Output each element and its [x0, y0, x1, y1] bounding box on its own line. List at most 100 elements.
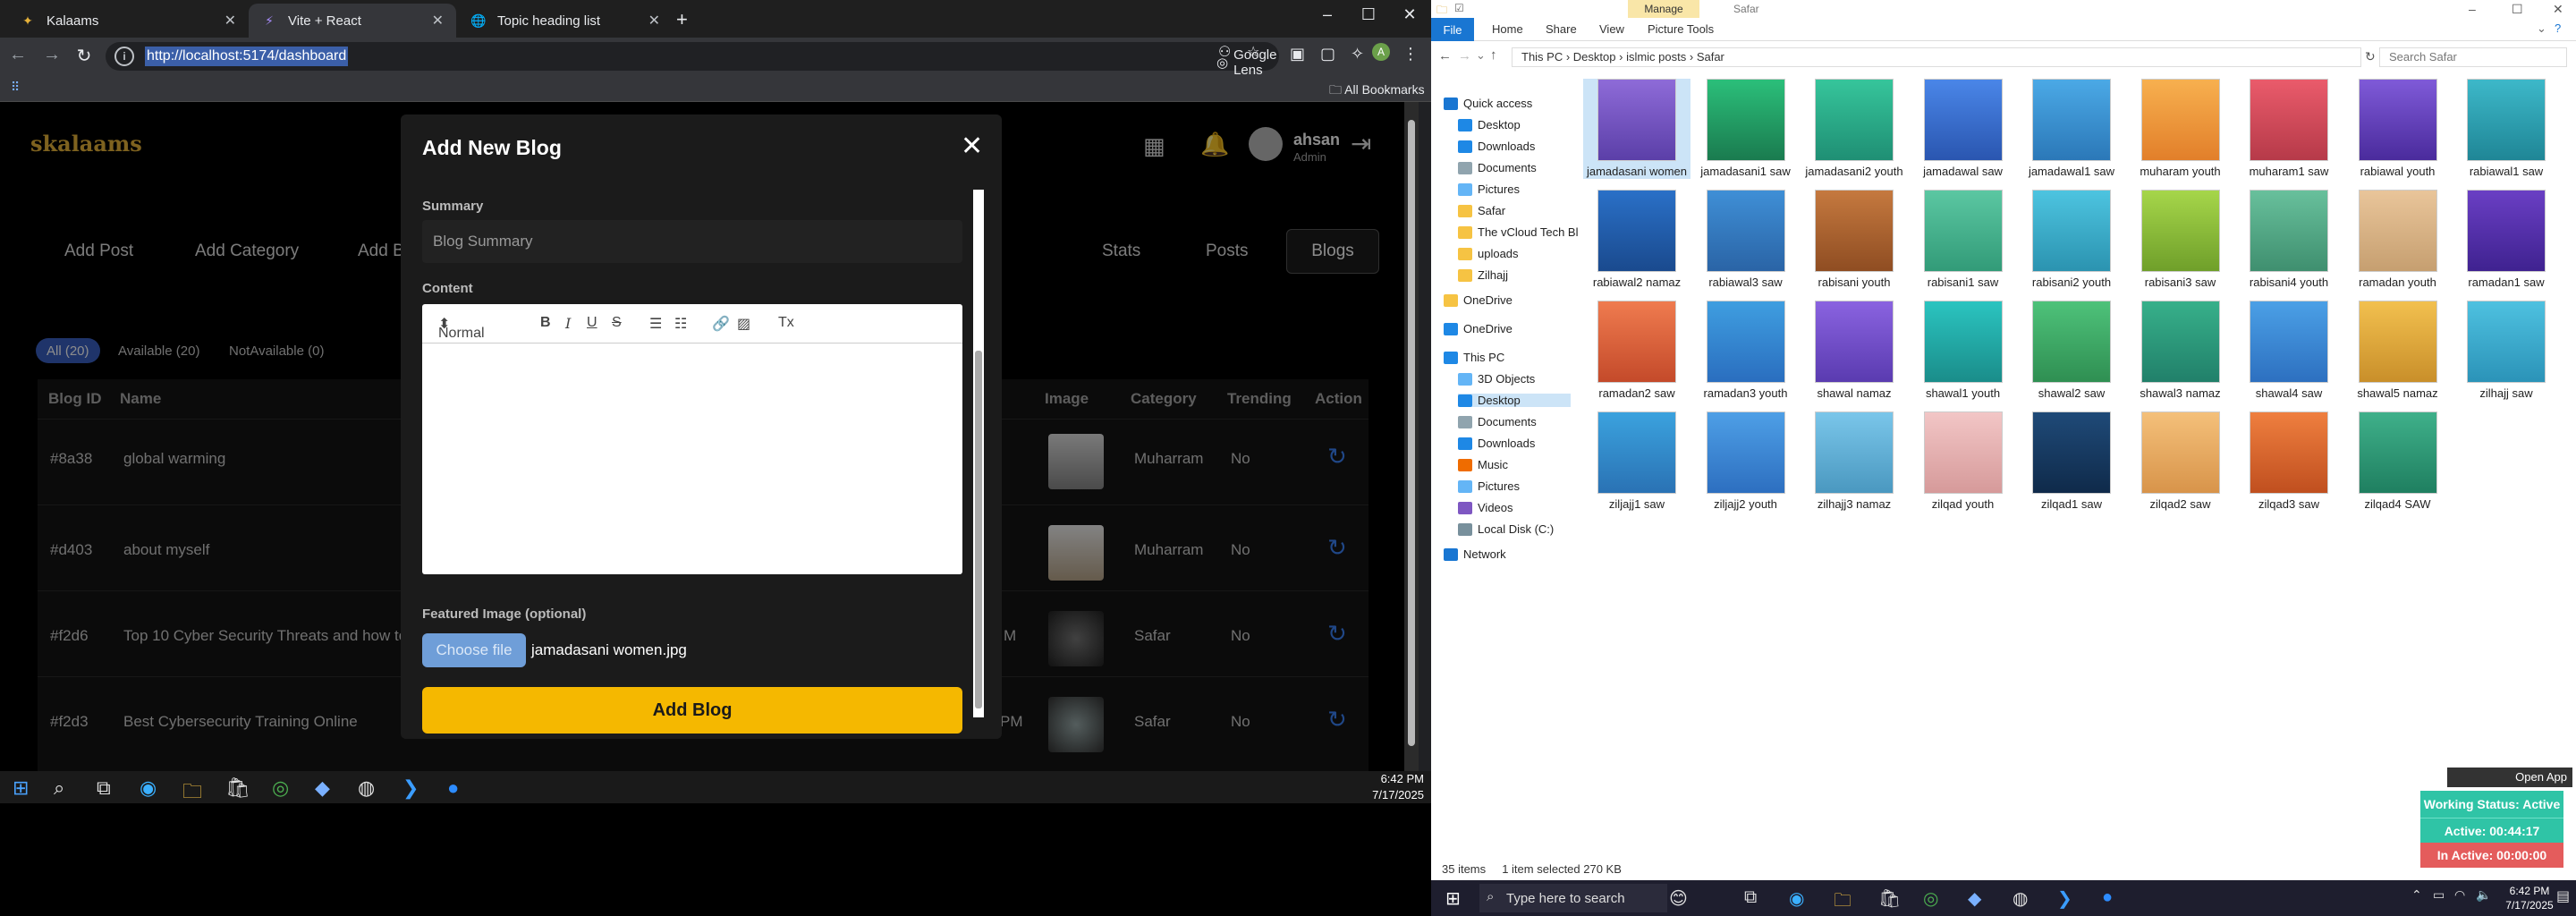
file-item[interactable]: shawal1 youth — [1910, 301, 2017, 401]
file-explorer-icon[interactable]: 🗀 — [182, 776, 202, 810]
nav-item[interactable]: Safar — [1458, 204, 1505, 217]
modal-scrollbar[interactable] — [973, 190, 984, 717]
nav-item[interactable]: Quick access — [1444, 97, 1532, 110]
file-item[interactable]: ramadan2 saw — [1583, 301, 1690, 401]
puzzle-icon[interactable]: ✧ — [1351, 45, 1364, 64]
wifi-icon[interactable]: ◠ — [2454, 887, 2465, 903]
store-icon[interactable]: 🛍 — [225, 776, 250, 800]
taskbar-search[interactable]: ⌕ Type here to search — [1479, 884, 1667, 912]
open-app-button[interactable]: Open App — [2447, 768, 2572, 787]
close-icon[interactable]: ✕ — [961, 131, 983, 162]
back-icon[interactable]: ← — [1438, 48, 1452, 64]
nav-item[interactable]: OneDrive — [1444, 322, 1513, 335]
tab-share[interactable]: Share — [1546, 22, 1577, 36]
file-item[interactable]: jamadawal1 saw — [2018, 79, 2125, 179]
file-item[interactable]: ramadan youth — [2344, 190, 2452, 290]
nav-item[interactable]: Desktop — [1458, 118, 1521, 131]
properties-icon[interactable]: ☑ — [1454, 2, 1464, 14]
file-item[interactable]: zilqad youth — [1910, 411, 2017, 512]
page-scrollbar[interactable] — [1404, 102, 1419, 771]
file-item[interactable]: ramadan3 youth — [1692, 301, 1800, 401]
file-item[interactable]: rabisani3 saw — [2127, 190, 2234, 290]
tab-home[interactable]: Home — [1492, 22, 1523, 36]
close-window-button[interactable]: ✕ — [2553, 2, 2563, 17]
close-window-button[interactable]: ✕ — [1392, 5, 1428, 24]
github-icon[interactable]: ◍ — [358, 776, 375, 800]
minimize-button[interactable]: – — [1309, 5, 1345, 24]
site-info-icon[interactable]: i — [114, 47, 134, 66]
tab-kalaams[interactable]: ✦ Kalaams ✕ — [7, 4, 249, 38]
file-item[interactable]: muharam1 saw — [2235, 79, 2343, 179]
file-item[interactable]: zilqad4 SAW — [2344, 411, 2452, 512]
edge-icon[interactable]: ◉ — [1789, 887, 1804, 910]
tab-topic-heading-list[interactable]: 🌐 Topic heading list ✕ — [458, 4, 673, 38]
manage-tab[interactable]: Manage — [1628, 0, 1699, 18]
new-tab-button[interactable]: + — [676, 8, 688, 31]
nav-item[interactable]: uploads — [1458, 247, 1519, 260]
nav-item[interactable]: Local Disk (C:) — [1458, 522, 1554, 536]
file-item[interactable]: rabiawal3 saw — [1692, 190, 1800, 290]
nav-item[interactable]: Documents — [1458, 415, 1537, 428]
file-item[interactable]: rabisani4 youth — [2235, 190, 2343, 290]
choose-file-button[interactable]: Choose file — [422, 633, 526, 667]
volume-icon[interactable]: 🔈 — [2476, 887, 2491, 903]
tab-view[interactable]: View — [1599, 22, 1624, 36]
file-item[interactable]: zilqad1 saw — [2018, 411, 2125, 512]
close-icon[interactable]: ✕ — [648, 12, 660, 30]
task-view-icon[interactable]: ⧉ — [97, 776, 111, 800]
clear-format-icon[interactable]: Tx — [778, 315, 794, 331]
emoji-icon[interactable]: 😊 — [1669, 887, 1688, 910]
add-blog-button[interactable]: Add Blog — [422, 687, 962, 734]
close-icon[interactable]: ✕ — [225, 12, 236, 30]
file-item[interactable]: jamadawal saw — [1910, 79, 2017, 179]
search-input[interactable]: Search Safar — [2379, 47, 2567, 67]
bold-icon[interactable]: B — [540, 315, 551, 331]
refresh-icon[interactable]: ↻ — [2365, 49, 2376, 64]
app-icon[interactable]: ◆ — [315, 776, 330, 800]
file-item[interactable]: shawal2 saw — [2018, 301, 2125, 401]
apps-icon[interactable]: ⠿ — [11, 80, 20, 95]
chrome-icon[interactable]: ◎ — [272, 776, 289, 800]
nav-item[interactable]: Downloads — [1458, 140, 1535, 153]
clock[interactable]: 6:42 PM 7/17/2025 — [1370, 771, 1424, 803]
nav-item[interactable]: Network — [1444, 547, 1506, 561]
underline-icon[interactable]: U — [587, 315, 597, 331]
task-view-icon[interactable]: ⧉ — [1744, 887, 1757, 908]
minimize-button[interactable]: – — [2469, 2, 2476, 16]
nav-item[interactable]: Downloads — [1458, 437, 1535, 450]
cast-icon[interactable]: ▢ — [1320, 45, 1335, 64]
notification-icon[interactable]: ▤ — [2556, 887, 2570, 905]
nav-item[interactable]: The vCloud Tech Bl — [1458, 225, 1579, 239]
file-item[interactable]: shawal namaz — [1801, 301, 1908, 401]
tab-vite-react[interactable]: ⚡ Vite + React ✕ — [249, 4, 456, 38]
file-item[interactable]: rabisani1 saw — [1910, 190, 2017, 290]
file-item[interactable]: jamadasani1 saw — [1692, 79, 1800, 179]
nav-item[interactable]: Pictures — [1458, 182, 1520, 196]
chevron-down-icon[interactable]: ⌄ — [1476, 48, 1486, 63]
file-item[interactable]: jamadasani2 youth — [1801, 79, 1908, 179]
vscode-icon[interactable]: ❯ — [402, 776, 419, 800]
search-icon[interactable]: ⌕ — [54, 776, 64, 800]
file-item[interactable]: shawal3 namaz — [2127, 301, 2234, 401]
all-bookmarks[interactable]: 🗀 All Bookmarks — [1329, 81, 1425, 102]
zoom-icon[interactable]: ● — [447, 776, 459, 800]
nav-item[interactable]: Videos — [1458, 501, 1513, 514]
edge-icon[interactable]: ◉ — [140, 776, 157, 800]
file-item[interactable]: zilqad3 saw — [2235, 411, 2343, 512]
file-item[interactable]: jamadasani women — [1583, 79, 1690, 179]
tab-file[interactable]: File — [1431, 18, 1474, 41]
star-icon[interactable]: ☆ — [1247, 43, 1259, 61]
file-item[interactable]: rabisani youth — [1801, 190, 1908, 290]
file-item[interactable]: shawal5 namaz — [2344, 301, 2452, 401]
maximize-button[interactable]: ☐ — [2512, 2, 2523, 17]
clock[interactable]: 6:42 PM 7/17/2025 — [2501, 884, 2558, 912]
help-icon[interactable]: ? — [2555, 21, 2561, 35]
file-item[interactable]: ziljajj1 saw — [1583, 411, 1690, 512]
up-icon[interactable]: ↑ — [1490, 47, 1497, 63]
file-item[interactable]: ziljajj2 youth — [1692, 411, 1800, 512]
windows-start-icon[interactable]: ⊞ — [1445, 887, 1461, 910]
forward-icon[interactable]: → — [39, 45, 64, 65]
nav-item[interactable]: Pictures — [1458, 479, 1520, 493]
link-icon[interactable]: 🔗 — [712, 315, 730, 333]
file-item[interactable]: shawal4 saw — [2235, 301, 2343, 401]
